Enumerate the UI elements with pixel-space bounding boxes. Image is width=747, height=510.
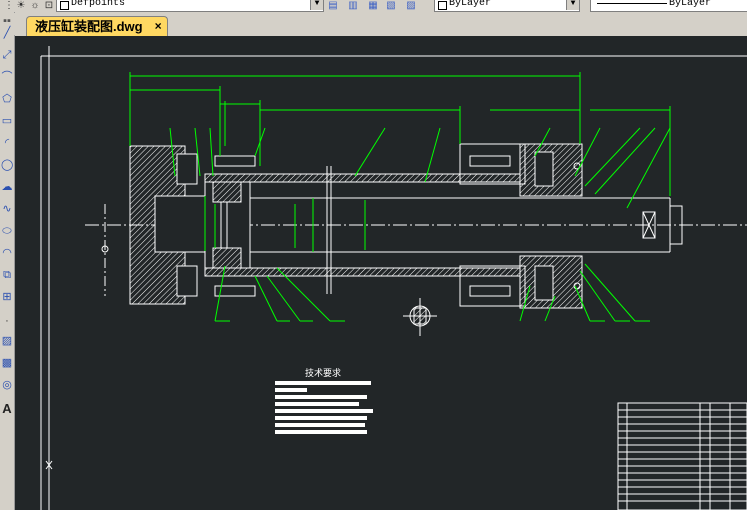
color-swatch <box>438 1 447 10</box>
point-icon[interactable]: · <box>1 314 13 328</box>
layer-states-icon[interactable]: ▦ <box>366 0 380 11</box>
properties-toolbar: ⋮ ☀ ☼ ⊡ Defpoints ▼ ▤ ▥ ▦ ▧ ▨ ByLayer ▼ … <box>0 0 747 12</box>
cad-drawing <box>40 46 747 510</box>
layer-lock-icon[interactable]: ⊡ <box>42 0 56 11</box>
color-dropdown-value: ByLayer <box>449 0 492 9</box>
layer-previous-icon[interactable]: ▥ <box>346 0 360 11</box>
construction-line-icon[interactable]: ⤢ <box>1 48 13 62</box>
layer-on-icon[interactable]: ☀ <box>14 0 28 11</box>
gradient-icon[interactable]: ▩ <box>1 356 13 370</box>
revision-cloud-icon[interactable]: ☁ <box>1 180 13 194</box>
layer-manager-icon[interactable]: ▨ <box>404 0 418 11</box>
linetype-dropdown[interactable]: ByLayer <box>590 0 747 12</box>
chevron-down-icon[interactable]: ▼ <box>566 0 579 10</box>
rectangle-icon[interactable]: ▭ <box>1 114 13 128</box>
draw-toolbar: ▪▪ ╱ ⤢ ⌒ ⬠ ▭ ◜ ◯ ☁ ∿ ⬭ ◠ ⧉ ⊞ · ▨ ▩ ◎ A <box>0 12 15 510</box>
title-block <box>617 402 747 510</box>
drawing-canvas[interactable]: 技术要求 <box>15 36 747 510</box>
polyline-icon[interactable]: ⌒ <box>1 70 13 84</box>
piston <box>204 181 251 269</box>
linetype-dropdown-value: ByLayer <box>669 0 712 9</box>
layer-color-swatch <box>60 1 69 10</box>
line-icon[interactable]: ╱ <box>1 26 13 40</box>
document-tab-bar: 液压缸装配图.dwg × <box>14 13 747 36</box>
layer-dropdown-value: Defpoints <box>71 0 126 9</box>
arc-icon[interactable]: ◜ <box>1 136 13 150</box>
front-end-cap <box>519 143 583 309</box>
document-tab-title: 液压缸装配图.dwg <box>35 19 143 34</box>
circle-icon[interactable]: ◯ <box>1 158 13 172</box>
layer-dropdown[interactable]: Defpoints ▼ <box>56 0 324 12</box>
make-layer-current-icon[interactable]: ▤ <box>326 0 340 11</box>
multiline-text-icon[interactable]: A <box>1 402 13 416</box>
spline-icon[interactable]: ∿ <box>1 202 13 216</box>
ellipse-arc-icon[interactable]: ◠ <box>1 246 13 260</box>
close-icon[interactable]: × <box>155 17 162 36</box>
rear-end-cap <box>129 145 211 305</box>
chevron-down-icon[interactable]: ▼ <box>310 0 323 10</box>
color-dropdown[interactable]: ByLayer ▼ <box>434 0 580 12</box>
detail-view <box>403 298 437 336</box>
region-icon[interactable]: ◎ <box>1 378 13 392</box>
insert-block-icon[interactable]: ⧉ <box>1 268 13 282</box>
tech-requirements-title: 技术要求 <box>305 368 342 378</box>
make-block-icon[interactable]: ⊞ <box>1 290 13 304</box>
layer-freeze-icon[interactable]: ☼ <box>28 0 42 11</box>
layer-properties-icon[interactable]: ▧ <box>384 0 398 11</box>
polygon-icon[interactable]: ⬠ <box>1 92 13 106</box>
document-tab[interactable]: 液压缸装配图.dwg × <box>26 16 168 36</box>
hatch-icon[interactable]: ▨ <box>1 334 13 348</box>
linetype-preview <box>597 3 667 4</box>
tech-requirements-text <box>275 381 373 434</box>
ellipse-icon[interactable]: ⬭ <box>1 224 13 238</box>
